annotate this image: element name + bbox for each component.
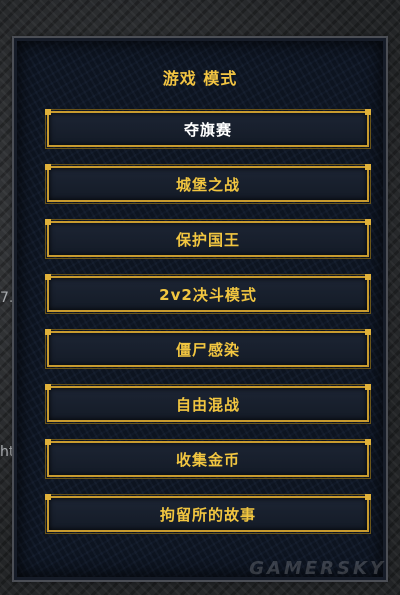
mode-button-label: 僵尸感染 xyxy=(175,340,240,359)
panel-title: 游戏 模式 xyxy=(162,69,238,88)
mode-button-label: 保护国王 xyxy=(175,230,240,249)
mode-button-collect-coins[interactable]: 收集金币 xyxy=(45,439,371,479)
mode-button-label: 2v2决斗模式 xyxy=(159,285,257,304)
mode-button-label: 城堡之战 xyxy=(175,175,240,194)
mode-button-label: 自由混战 xyxy=(175,395,240,414)
mode-button-free-for-all[interactable]: 自由混战 xyxy=(45,384,371,424)
mode-button-protect-the-king[interactable]: 保护国王 xyxy=(45,219,371,259)
mode-button-capture-the-flag[interactable]: 夺旗赛 xyxy=(45,109,371,149)
mode-button-zombie-infection[interactable]: 僵尸感染 xyxy=(45,329,371,369)
mode-button-label: 拘留所的故事 xyxy=(159,505,256,524)
mode-button-2v2-duel[interactable]: 2v2决斗模式 xyxy=(45,274,371,314)
mode-button-label: 夺旗赛 xyxy=(183,120,232,139)
watermark: GAMERSKY xyxy=(249,558,386,579)
mode-button-label: 收集金币 xyxy=(175,450,240,469)
mode-button-castle-battle[interactable]: 城堡之战 xyxy=(45,164,371,204)
game-mode-panel: 游戏 模式 夺旗赛 城堡之战 保护国王 2v2决斗模式 僵尸感染 自由混战 收集… xyxy=(12,36,388,582)
mode-button-detention-story[interactable]: 拘留所的故事 xyxy=(45,494,371,534)
